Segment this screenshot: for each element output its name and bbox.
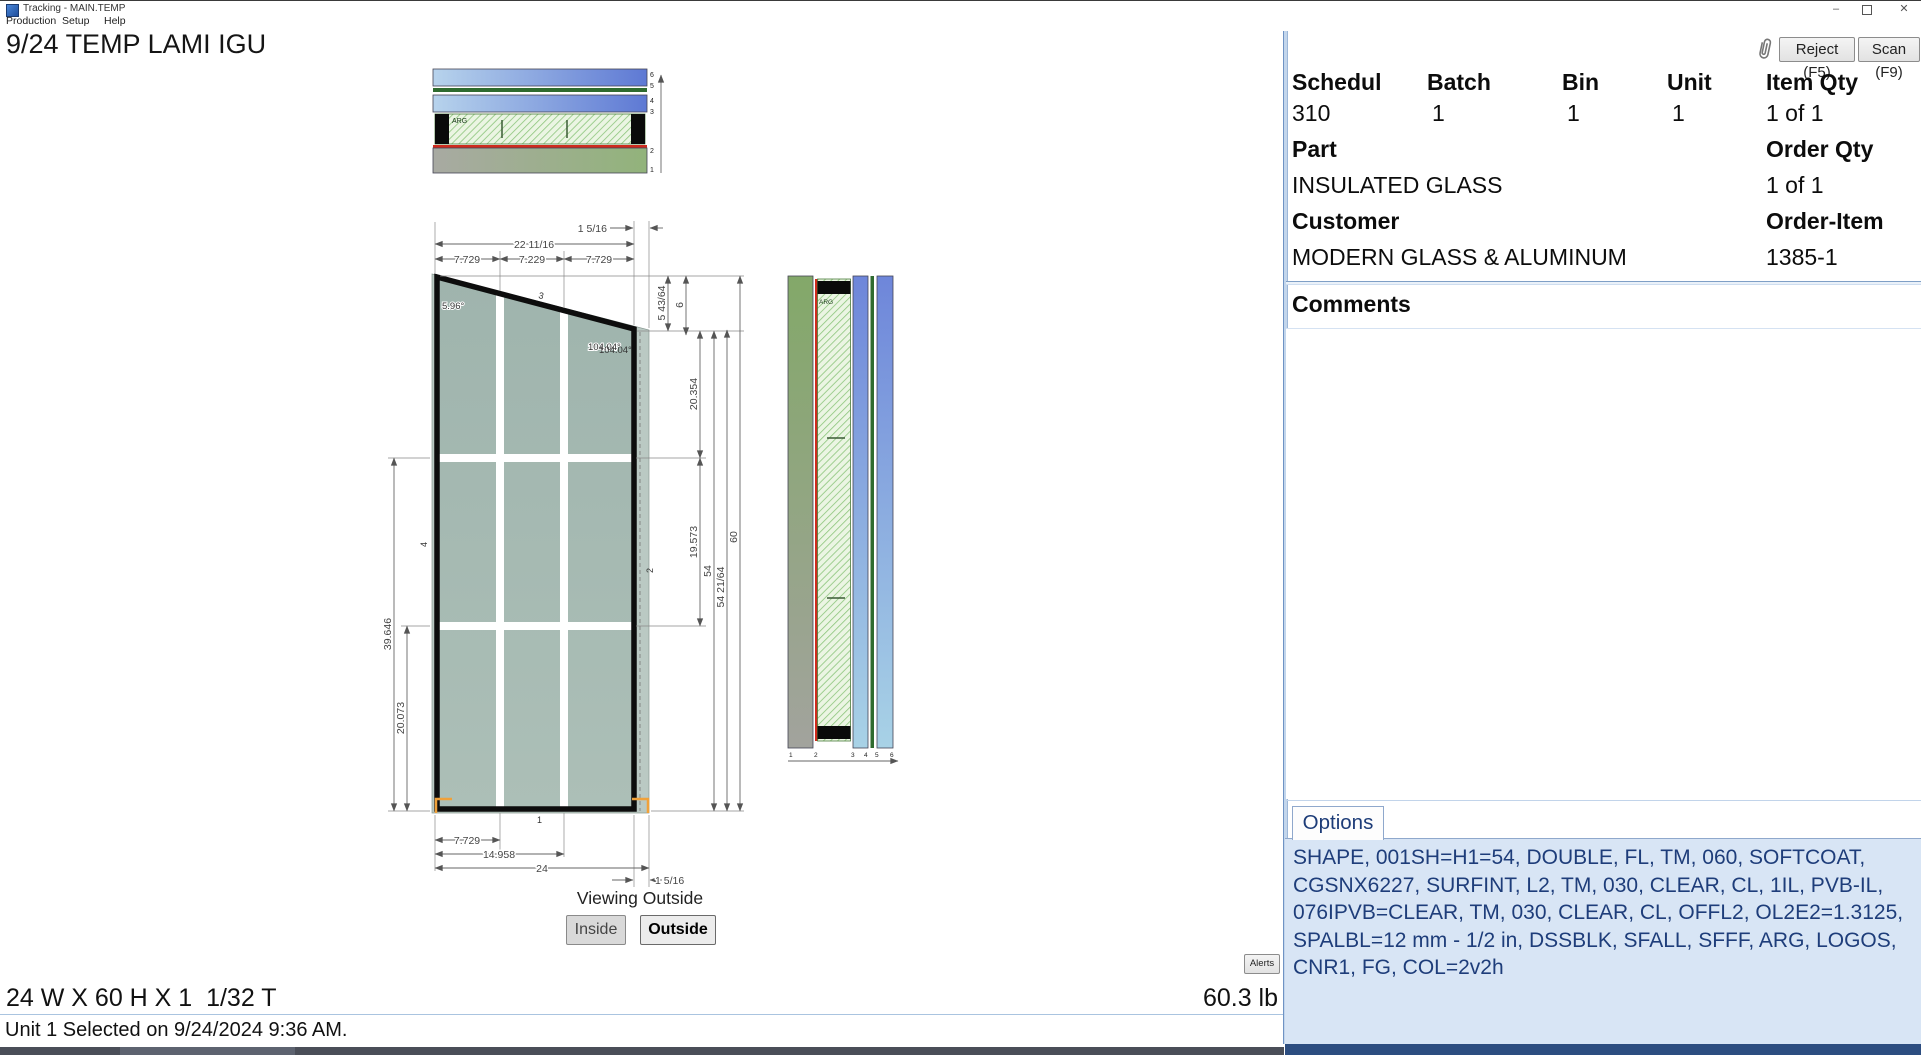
layer-1-label: 1 <box>650 167 654 174</box>
item-qty-value: 1 of 1 <box>1766 100 1824 127</box>
part-value: INSULATED GLASS <box>1292 172 1502 199</box>
comments-label: Comments <box>1292 291 1411 318</box>
dim-bottom-total: 24 <box>536 863 548 875</box>
status-separator <box>0 1014 1283 1017</box>
dim-right-six: 6 <box>674 302 686 308</box>
dim-left-b: 20.073 <box>395 702 407 734</box>
unit-value: 1 <box>1672 100 1685 127</box>
elevation-view: 3 2 4 1 5.96° 104.04° 104.04° <box>419 274 655 825</box>
unit-size: 24 W X 60 H X 1 1/32 T <box>6 984 277 1013</box>
dim-right-a: 20.354 <box>688 378 700 410</box>
dim-bottom-a: 7.729 <box>454 835 480 847</box>
layer-5-label: 5 <box>650 83 654 90</box>
comments-separator <box>1286 281 1921 285</box>
bottom-strip-right <box>1285 1044 1921 1055</box>
order-item-value: 1385-1 <box>1766 244 1838 271</box>
dim-top-a: 7.729 <box>454 254 480 266</box>
part-label: Part <box>1292 136 1337 163</box>
side-layer-5: 5 <box>875 752 879 759</box>
order-qty-value: 1 of 1 <box>1766 172 1824 199</box>
unit-weight: 60.3 lb <box>900 984 1278 1013</box>
bin-value: 1 <box>1567 100 1580 127</box>
inside-button[interactable]: Inside <box>566 915 626 945</box>
app-window: Tracking - MAIN.TEMP – ✕ Production Setu… <box>0 0 1921 1055</box>
schedule-value: 310 <box>1292 100 1330 127</box>
top-cross-section: ARG 6 5 4 3 2 1 <box>433 69 661 174</box>
dim-left-a: 39.646 <box>382 618 394 650</box>
customer-label: Customer <box>1292 208 1399 235</box>
dim-top-b: 7.229 <box>519 254 545 266</box>
options-panel: SHAPE, 001SH=H1=54, DOUBLE, FL, TM, 060,… <box>1285 838 1921 1045</box>
side-cross-section: ARG 1 2 3 4 5 6 <box>788 276 898 761</box>
dim-right-drop: 5 43/64 <box>656 285 668 320</box>
col-batch: Batch <box>1427 69 1491 96</box>
col-schedule: Schedul <box>1292 69 1381 96</box>
edge-3-label: 3 <box>538 290 545 301</box>
batch-value: 1 <box>1432 100 1445 127</box>
side-layer-4: 4 <box>864 752 868 759</box>
dim-height-mid: 54 21/64 <box>715 566 727 607</box>
comments-area <box>1286 329 1921 799</box>
paperclip-icon <box>1756 35 1774 63</box>
customer-value: MODERN GLASS & ALUMINUM <box>1292 244 1627 271</box>
dim-height-glass: 54 <box>702 565 714 577</box>
dim-bottom-offset: 1 5/16 <box>655 875 684 887</box>
alerts-button[interactable]: Alerts <box>1244 954 1280 974</box>
edge-1-label: 1 <box>537 815 542 825</box>
minimize-button[interactable]: – <box>1822 2 1850 17</box>
side-layer-2: 2 <box>814 752 818 759</box>
edge-4-label: 4 <box>419 542 429 547</box>
edge-2-label: 2 <box>645 568 655 573</box>
side-layer-1: 1 <box>789 752 793 759</box>
argon-label-top: ARG <box>452 118 467 125</box>
layer-3-label: 3 <box>650 109 654 116</box>
dim-bottom-b: 14.958 <box>483 849 515 861</box>
viewing-caption: Viewing Outside <box>540 888 740 909</box>
dim-top-total: 22 11/16 <box>514 239 554 251</box>
options-text: SHAPE, 001SH=H1=54, DOUBLE, FL, TM, 060,… <box>1285 839 1921 987</box>
dim-top-c: 7.729 <box>586 254 612 266</box>
dim-right-b: 19.573 <box>688 526 700 558</box>
options-tab[interactable]: Options <box>1292 806 1384 840</box>
argon-label-side: ARG <box>819 299 833 306</box>
angle-left-label: 5.96° <box>442 301 464 312</box>
side-layer-6: 6 <box>890 752 894 759</box>
status-message: Unit 1 Selected on 9/24/2024 9:36 AM. <box>5 1019 347 1042</box>
side-layer-3: 3 <box>851 752 855 759</box>
layer-4-label: 4 <box>650 98 654 105</box>
order-qty-label: Order Qty <box>1766 136 1873 163</box>
options-top-line <box>1286 800 1921 801</box>
angle-right-label-overlap: 104.04° <box>599 345 632 356</box>
dim-height-total: 60 <box>728 531 740 543</box>
scan-button[interactable]: Scan (F9) <box>1858 37 1920 62</box>
col-item-qty: Item Qty <box>1766 69 1858 96</box>
close-button[interactable]: ✕ <box>1890 2 1918 17</box>
reject-button[interactable]: Reject (F5) <box>1779 37 1855 62</box>
outside-button[interactable]: Outside <box>640 915 716 945</box>
restore-button[interactable] <box>1862 5 1872 15</box>
layer-6-label: 6 <box>650 72 654 79</box>
col-unit: Unit <box>1667 69 1712 96</box>
layer-2-label: 2 <box>650 148 654 155</box>
dim-top-offset: 1 5/16 <box>578 223 607 235</box>
col-bin: Bin <box>1562 69 1599 96</box>
order-item-label: Order-Item <box>1766 208 1884 235</box>
